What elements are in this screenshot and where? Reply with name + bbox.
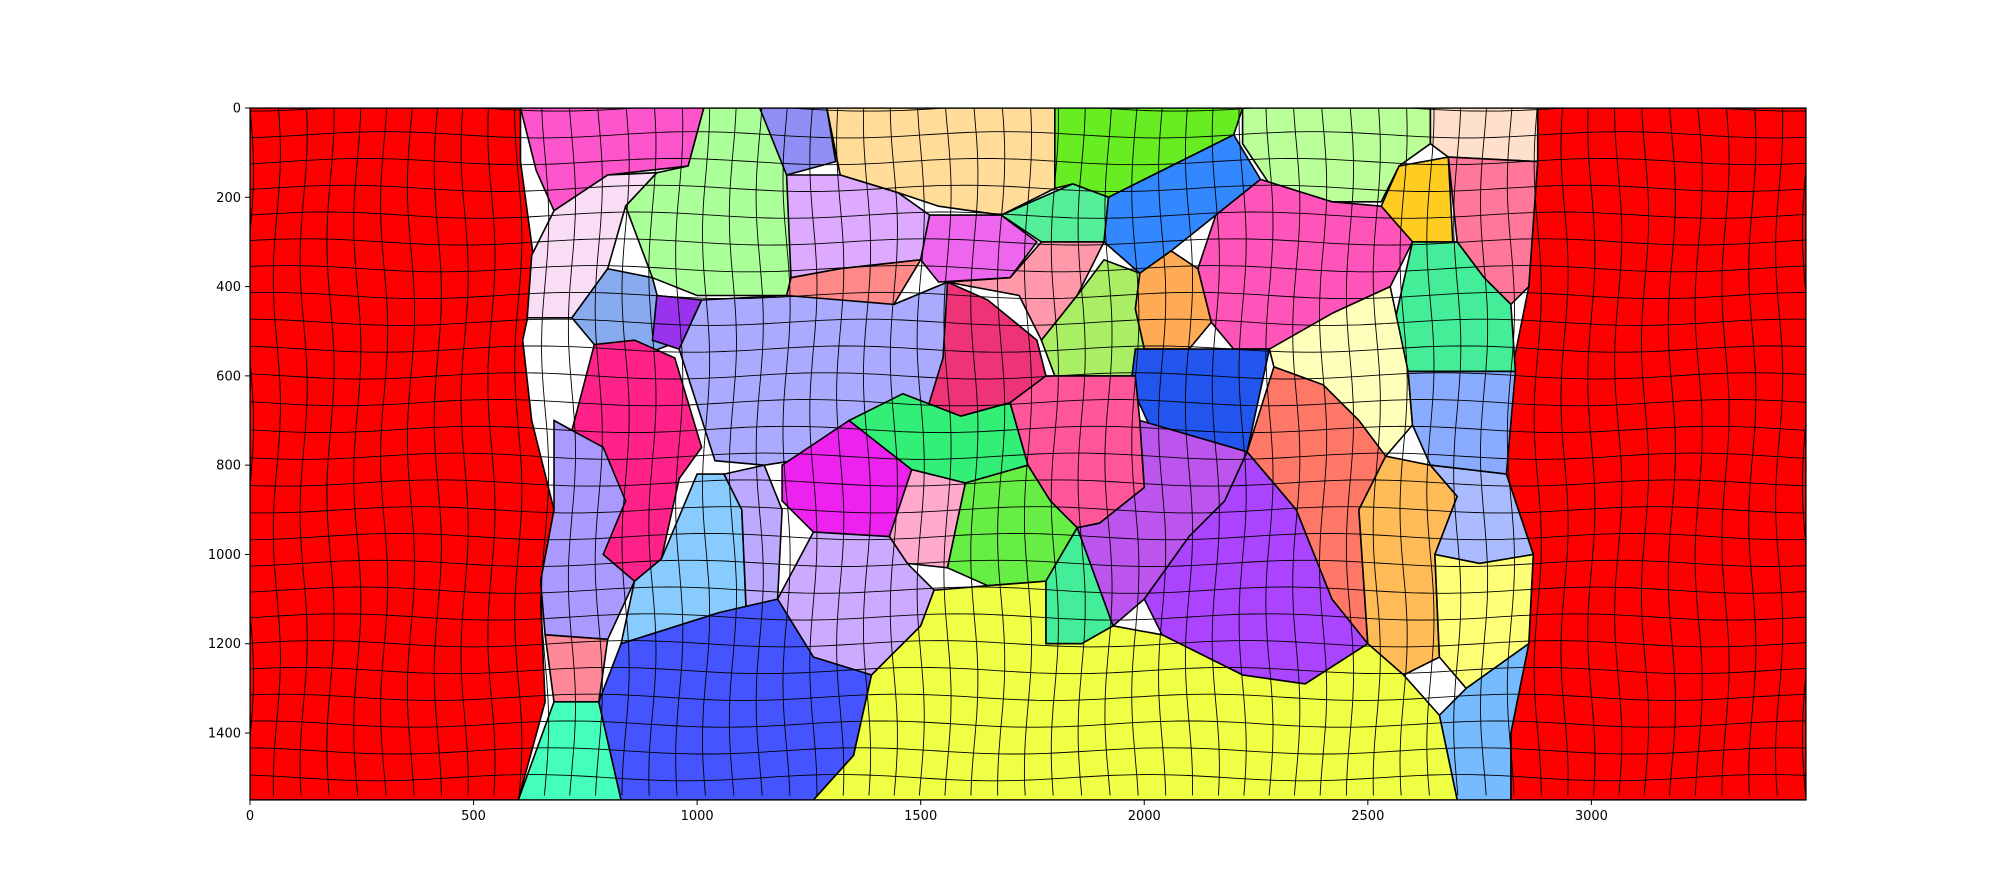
y-tick-label: 600 [216, 369, 241, 384]
region-left-boundary [250, 108, 555, 800]
x-tick-label: 500 [461, 809, 486, 824]
x-tick-label: 1500 [904, 809, 937, 824]
x-tick-label: 3000 [1575, 809, 1608, 824]
x-tick-label: 1000 [681, 809, 714, 824]
chart-figure: 0 500 1000 1500 2000 2500 3000 0 200 400 600 800 10… [0, 0, 2000, 896]
x-tick-label: 2000 [1128, 809, 1161, 824]
y-tick-label: 1400 [208, 727, 241, 742]
y-tick-label: 0 [233, 102, 241, 117]
y-tick-label: 200 [216, 191, 241, 206]
y-tick-label: 800 [216, 459, 241, 474]
y-tick-label: 1200 [208, 637, 241, 652]
y-tick-label: 400 [216, 280, 241, 295]
y-tick-label: 1000 [208, 548, 241, 563]
x-tick-label: 2500 [1351, 809, 1384, 824]
x-tick-label: 0 [246, 809, 254, 824]
